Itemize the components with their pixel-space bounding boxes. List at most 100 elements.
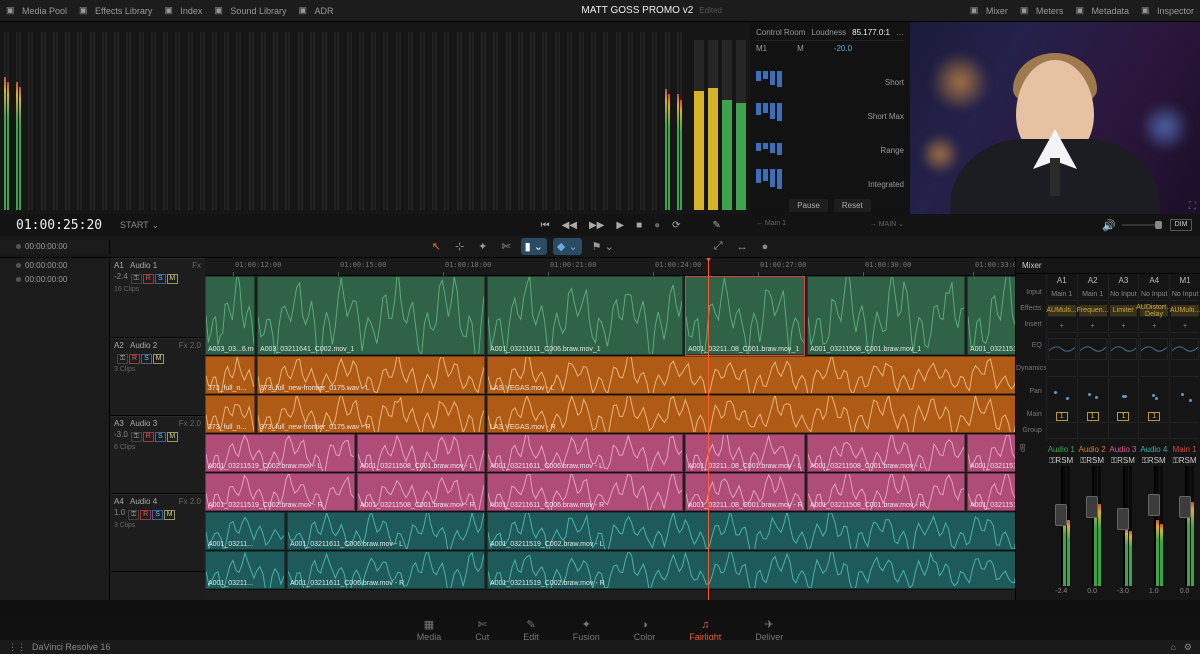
audio-clip[interactable]: A001_03211519_C002.braw.mov - L xyxy=(967,434,1015,472)
bus-meters xyxy=(690,22,750,214)
video-viewer[interactable]: ⛶ xyxy=(910,22,1200,214)
audio-clip[interactable]: 373_full_n... xyxy=(205,356,255,394)
mixer-panel: Mixer A1A2A3A4M1 InputMain 1Main 1No Inp… xyxy=(1015,258,1200,600)
audio-clip[interactable]: A001_03211611_C006.braw.mov - R xyxy=(287,551,485,589)
edit-toolbar: 00:00:00:00 ↖ ⊹ ✦ ✄ ▮ ⌄ ◆ ⌄ ⚑ ⌄ ⤢ ↔ ● xyxy=(0,236,1200,258)
link-icon[interactable]: ⤢ xyxy=(710,238,727,255)
fader-audio-3[interactable]: Audio 3⚿RSM-3.0 xyxy=(1108,443,1139,595)
loudness-reset[interactable]: Reset xyxy=(834,199,871,212)
toolbar-sound-library[interactable]: ▣Sound Library xyxy=(214,5,286,17)
range-tool[interactable]: ⊹ xyxy=(451,238,468,255)
audio-clip[interactable]: A001_03211611_C006.braw.mov_1 xyxy=(487,276,683,355)
toolbar-media-pool[interactable]: ▣Media Pool xyxy=(6,5,67,17)
track-header-A3[interactable]: A3 Audio 3Fx 2.0-3.0⚿RSM6 Clips xyxy=(110,416,205,494)
goto-start-icon[interactable]: ⏮ xyxy=(539,218,552,233)
expand-icon[interactable]: ⛶ xyxy=(1189,201,1196,212)
flag-tool[interactable]: ⚑ ⌄ xyxy=(588,238,618,255)
zoom-icon[interactable]: ↔ xyxy=(733,239,752,255)
meter-bridge xyxy=(0,22,690,214)
status-bar: ⋮⋮ DaVinci Resolve 16 ⌂ ⚙ xyxy=(0,640,1200,654)
resolve-logo-icon: ⋮⋮ xyxy=(8,642,26,653)
track-header-A1[interactable]: A1 Audio 1Fx-2.4⚿RSM16 Clips xyxy=(110,258,205,338)
page-tab-cut[interactable]: ✄Cut xyxy=(475,618,489,642)
toolbar-metadata[interactable]: ▣Metadata xyxy=(1075,5,1129,17)
master-timecode: 01:00:25:20 xyxy=(0,218,110,233)
forward-icon[interactable]: ▶▶ xyxy=(587,218,606,233)
audio-clip[interactable]: LAS VEGAS.mov - R xyxy=(487,395,1015,433)
settings-icon[interactable]: ⚙ xyxy=(1184,642,1192,653)
timeline-ruler[interactable]: 01:00:12:0001:00:15:0001:00:18:0001:00:2… xyxy=(205,258,1015,276)
playhead[interactable] xyxy=(708,258,709,600)
page-tab-fusion[interactable]: ✦Fusion xyxy=(573,618,600,642)
page-tab-media[interactable]: ▦Media xyxy=(417,618,442,642)
audio-clip[interactable]: A001_03211611_C006.braw.mov - L xyxy=(487,434,683,472)
audio-clip[interactable]: A001_03211508_C001.braw.mov - L xyxy=(807,434,965,472)
audio-clip[interactable]: A001_03211508_C001.braw.mov_1 xyxy=(807,276,965,355)
snap-tool[interactable]: ◆ ⌄ xyxy=(553,238,582,255)
track-header-A4[interactable]: A4 Audio 4Fx 2.01.0⚿RSM3 Clips xyxy=(110,494,205,572)
speaker-icon[interactable]: 🔊 xyxy=(1102,219,1116,232)
audio-clip[interactable]: A001_03211..08_C001.braw.mov - L xyxy=(685,434,805,472)
audio-clip[interactable]: A003_03211641_C002.mov_1 xyxy=(257,276,485,355)
stop-icon[interactable]: ■ xyxy=(634,218,644,233)
home-icon[interactable]: ⌂ xyxy=(1170,642,1175,653)
audio-clip[interactable]: A001_03211519_C002.braw.mov - L xyxy=(205,434,355,472)
audio-clip[interactable]: A001_03211508_C001.braw.mov - R xyxy=(357,473,485,511)
audio-clip[interactable]: A001_03211519_C002.braw.mov - R xyxy=(967,473,1015,511)
selection-tool[interactable]: ↖ xyxy=(428,238,445,255)
audio-clip[interactable]: 373_full_new-frontier_0175.wav - R xyxy=(257,395,485,433)
page-tab-deliver[interactable]: ✈Deliver xyxy=(755,618,783,642)
audio-clip[interactable]: A001_03211519_C002.braw.mov_1 xyxy=(967,276,1015,355)
loop-icon[interactable]: ⟳ xyxy=(670,218,682,233)
toolbar-meters[interactable]: ▣Meters xyxy=(1020,5,1064,17)
audio-clip[interactable]: A001_03211..08_C001.braw.mov - R xyxy=(685,473,805,511)
m1-label: M1 xyxy=(756,44,767,53)
audio-clip[interactable]: 373_full_n... xyxy=(205,395,255,433)
fader-audio-4[interactable]: Audio 4⚿RSM1.0 xyxy=(1138,443,1169,595)
fader-main-1[interactable]: Main 1⚿RSM0.0 xyxy=(1169,443,1200,595)
audio-clip[interactable]: A001_03211... xyxy=(205,551,285,589)
audio-clip[interactable]: A001_03211611_C006.braw.mov - R xyxy=(487,473,683,511)
audio-clip[interactable]: A001_03211519_C002.braw.mov - R xyxy=(487,551,1015,589)
page-tabs: ▦Media ✄Cut ✎Edit ✦Fusion ◑Color ♫Fairlight ✈D… xyxy=(0,620,1200,640)
start-dropdown[interactable]: START⌄ xyxy=(120,220,159,231)
toolbar-index[interactable]: ▣Index xyxy=(164,5,202,17)
play-icon[interactable]: ▶ xyxy=(614,218,626,233)
razor-tool[interactable]: ✄ xyxy=(497,238,514,255)
audio-clip[interactable]: A001_03211508_C001.braw.mov - R xyxy=(807,473,965,511)
audio-clip[interactable]: A001_03211611_C006.braw.mov - L xyxy=(287,512,485,550)
tc-sidebar: 00:00:00:00 00:00:00:00 xyxy=(0,258,110,600)
monitor-volume-slider[interactable] xyxy=(1122,224,1162,226)
audio-clip[interactable]: A001_03211... xyxy=(205,512,285,550)
clip-record-icon[interactable]: ● xyxy=(758,239,773,255)
project-title: MATT GOSS PROMO v2Edited xyxy=(333,5,969,16)
edit-select-tool[interactable]: ▮ ⌄ xyxy=(521,238,547,255)
automation-icon[interactable]: ✎ xyxy=(711,218,723,233)
page-tab-fairlight[interactable]: ♫Fairlight xyxy=(689,619,721,642)
track-headers: A1 Audio 1Fx-2.4⚿RSM16 ClipsA2 Audio 2Fx… xyxy=(110,258,205,600)
fader-audio-1[interactable]: Audio 1⚿RSM-2.4 xyxy=(1046,443,1077,595)
audio-clip[interactable]: LAS VEGAS.mov - L xyxy=(487,356,1015,394)
marker-tool[interactable]: ✦ xyxy=(474,238,491,255)
audio-clip[interactable]: A003_03...6.mov_1 xyxy=(205,276,255,355)
fader-audio-2[interactable]: Audio 2⚿RSM0.0 xyxy=(1077,443,1108,595)
mixer-title: Mixer xyxy=(1016,258,1200,274)
toolbar-adr[interactable]: ▣ADR xyxy=(298,5,333,17)
toolbar-inspector[interactable]: ▣Inspector xyxy=(1141,5,1194,17)
toolbar-effects-library[interactable]: ▣Effects Library xyxy=(79,5,152,17)
page-tab-color[interactable]: ◑Color xyxy=(634,619,656,642)
audio-clip[interactable]: A001_03211519_C002.braw.mov - L xyxy=(487,512,1015,550)
loudness-pause[interactable]: Pause xyxy=(789,199,828,212)
page-tab-edit[interactable]: ✎Edit xyxy=(523,618,539,642)
timecode-row: 01:00:25:20 START⌄ ⏮ ◀◀ ▶▶ ▶ ■ ● ⟳ ✎ 🔊 D… xyxy=(0,214,1200,236)
rewind-icon[interactable]: ◀◀ xyxy=(560,218,579,233)
track-header-A2[interactable]: A2 Audio 2Fx 2.0⚿RSM3 Clips xyxy=(110,338,205,416)
audio-clip[interactable]: A001_03211508_C001.braw.mov - L xyxy=(357,434,485,472)
dim-button[interactable]: DIM xyxy=(1170,219,1192,231)
audio-clip[interactable]: A001_03211..08_C001.braw.mov_1 xyxy=(685,276,805,355)
record-icon[interactable]: ● xyxy=(652,218,662,233)
audio-clip[interactable]: A001_03211519_C002.braw.mov - R xyxy=(205,473,355,511)
audio-clip[interactable]: 373_full_new-frontier_0175.wav - L xyxy=(257,356,485,394)
toolbar-mixer[interactable]: ▣Mixer xyxy=(970,5,1008,17)
timeline[interactable]: 01:00:12:0001:00:15:0001:00:18:0001:00:2… xyxy=(205,258,1015,600)
